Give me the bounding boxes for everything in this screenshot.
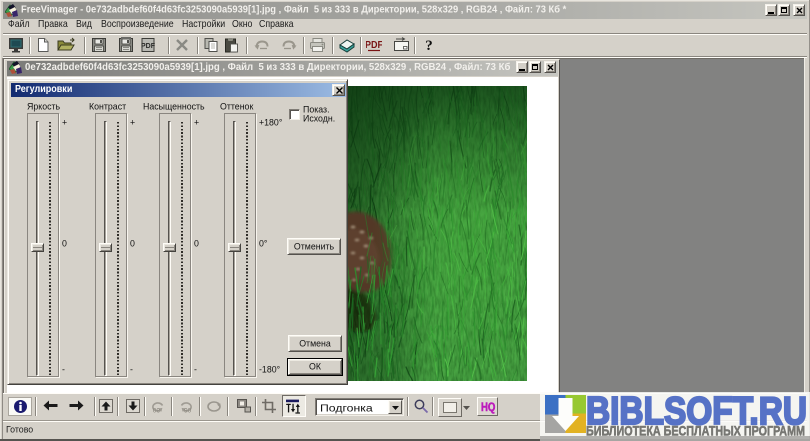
svg-text:PDF: PDF bbox=[141, 43, 156, 50]
svg-text:90: 90 bbox=[184, 408, 192, 415]
svg-text:PDF: PDF bbox=[366, 40, 382, 52]
svg-text:?: ? bbox=[425, 38, 433, 53]
svg-text:90: 90 bbox=[152, 408, 160, 415]
